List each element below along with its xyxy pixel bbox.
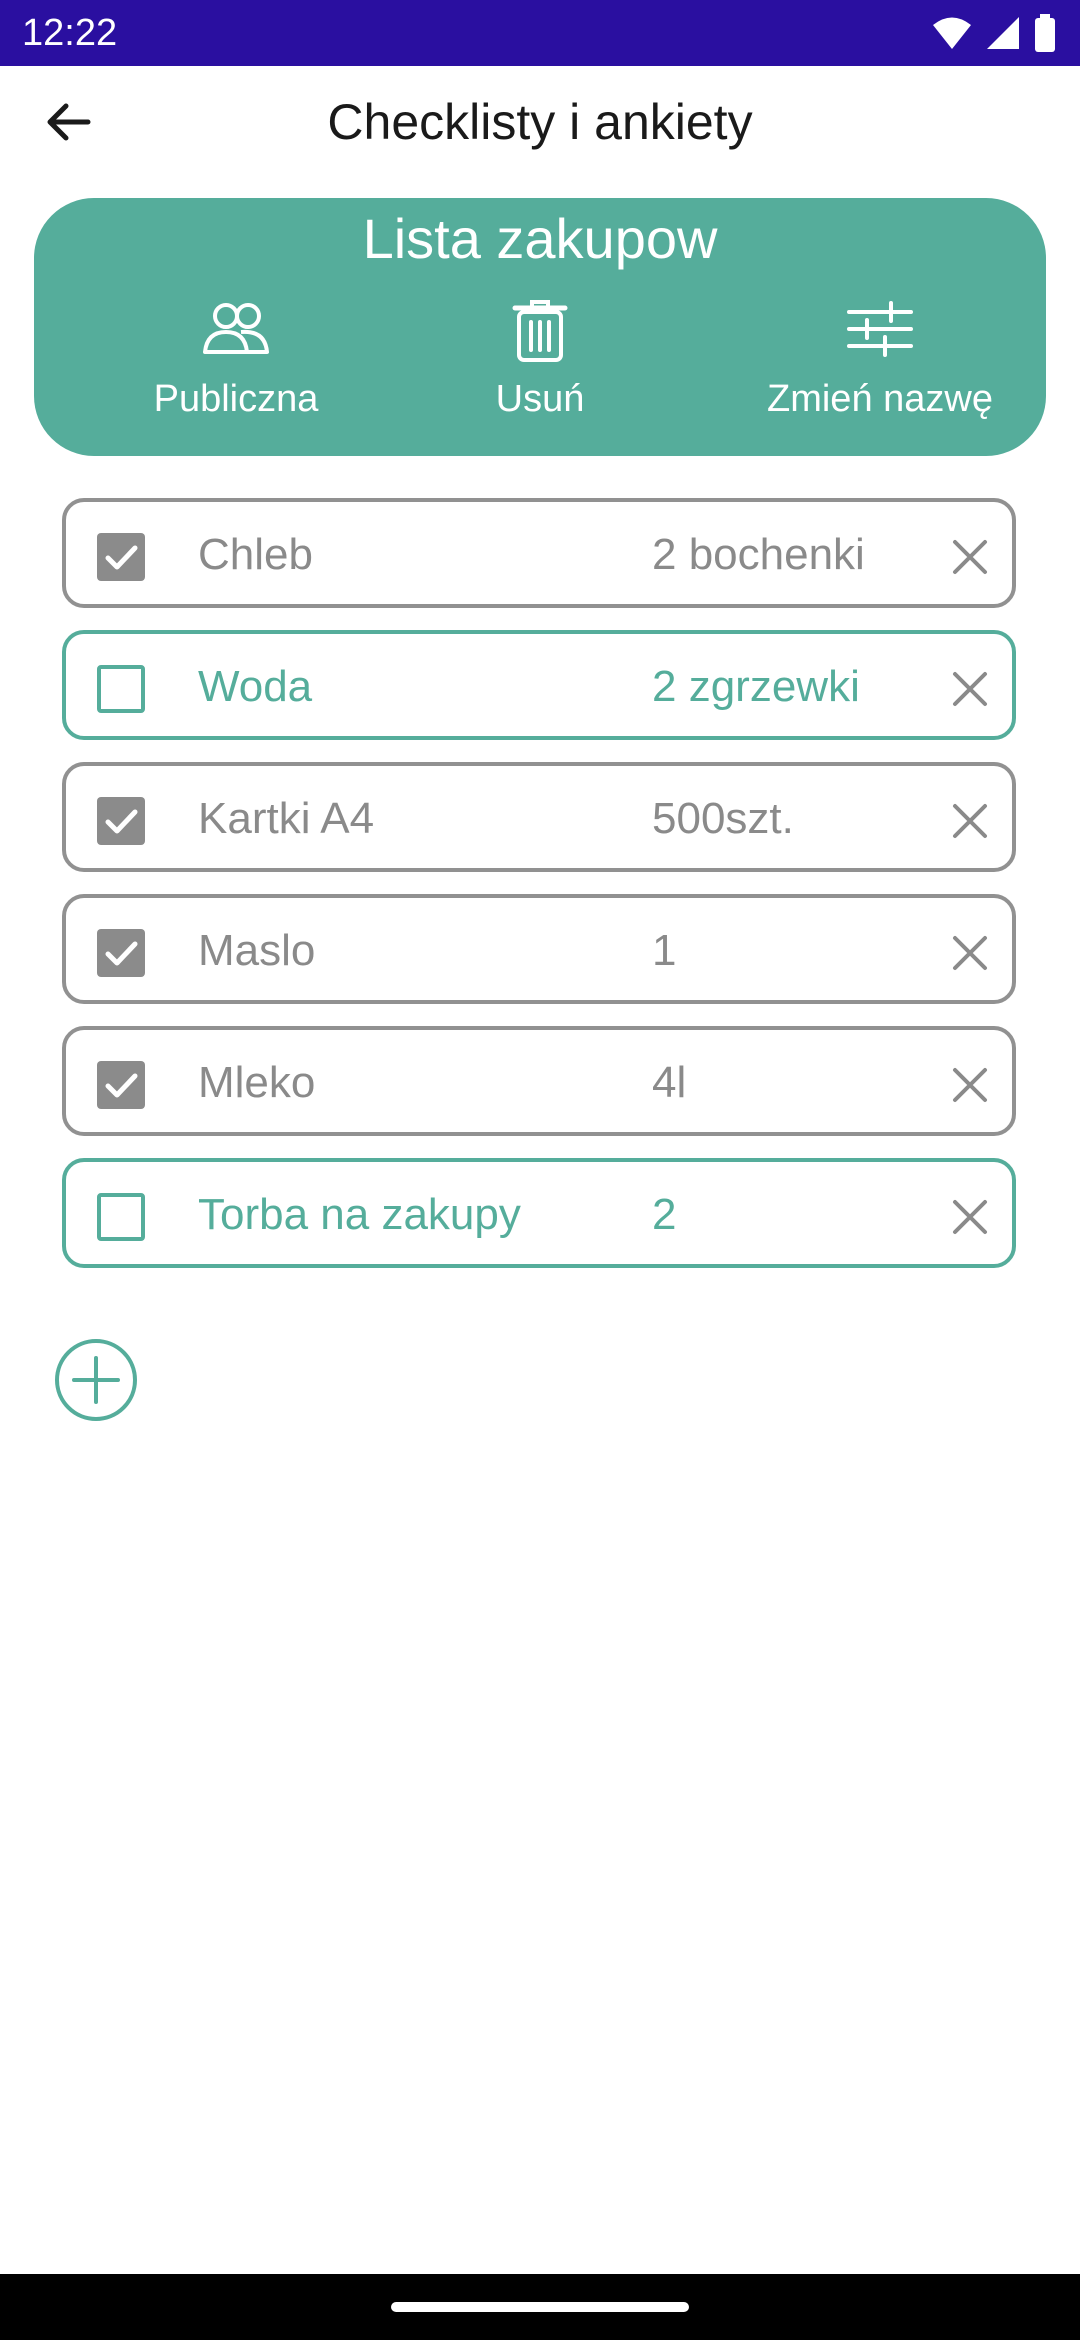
item-quantity[interactable]: 500szt. — [652, 793, 794, 845]
item-name[interactable]: Torba na zakupy — [198, 1189, 521, 1241]
rename-button[interactable]: Zmień nazwę — [730, 294, 1030, 434]
list-header-card: Lista zakupow Publiczna Usuń Zmień nazwę — [34, 198, 1046, 456]
remove-item-icon[interactable] — [950, 1065, 990, 1105]
remove-item-icon[interactable] — [950, 669, 990, 709]
page-title: Checklisty i ankiety — [327, 94, 753, 150]
item-checkbox[interactable] — [97, 797, 145, 845]
checkmark-icon — [105, 941, 138, 966]
list-item: Maslo 1 — [62, 894, 1016, 1004]
battery-icon — [1035, 14, 1055, 52]
list-item: Woda 2 zgrzewki — [62, 630, 1016, 740]
delete-label: Usuń — [495, 378, 585, 420]
item-name[interactable]: Woda — [198, 661, 312, 713]
public-label: Publiczna — [153, 378, 319, 420]
item-quantity[interactable]: 2 bochenki — [652, 529, 865, 581]
item-name[interactable]: Kartki A4 — [198, 793, 374, 845]
item-checkbox[interactable] — [97, 929, 145, 977]
item-name[interactable]: Mleko — [198, 1057, 315, 1109]
checkmark-icon — [105, 1073, 138, 1098]
home-indicator[interactable] — [391, 2302, 689, 2312]
item-name[interactable]: Chleb — [198, 529, 313, 581]
remove-item-icon[interactable] — [950, 933, 990, 973]
list-title: Lista zakupow — [362, 207, 718, 270]
item-quantity[interactable]: 4l — [652, 1057, 686, 1109]
status-time: 12:22 — [22, 12, 118, 54]
item-quantity[interactable]: 2 — [652, 1189, 676, 1241]
item-checkbox[interactable] — [97, 665, 145, 713]
status-bar: 12:22 — [0, 0, 1080, 66]
plus-circle-icon[interactable] — [54, 1338, 138, 1422]
remove-item-icon[interactable] — [950, 537, 990, 577]
remove-item-icon[interactable] — [950, 801, 990, 841]
checkmark-icon — [105, 545, 138, 570]
list-item: Chleb 2 bochenki — [62, 498, 1016, 608]
checkmark-icon — [105, 809, 138, 834]
signal-icon — [987, 17, 1019, 49]
list-item: Mleko 4l — [62, 1026, 1016, 1136]
remove-item-icon[interactable] — [950, 1197, 990, 1237]
item-checkbox[interactable] — [97, 533, 145, 581]
wifi-icon — [933, 17, 971, 49]
list-item: Torba na zakupy 2 — [62, 1158, 1016, 1268]
delete-list-button[interactable]: Usuń — [390, 294, 690, 434]
item-quantity[interactable]: 1 — [652, 925, 676, 977]
trash-icon — [512, 300, 568, 362]
public-button[interactable]: Publiczna — [86, 294, 386, 434]
navigation-bar — [0, 2274, 1080, 2340]
list-item: Kartki A4 500szt. — [62, 762, 1016, 872]
item-checkbox[interactable] — [97, 1061, 145, 1109]
item-name[interactable]: Maslo — [198, 925, 315, 977]
item-quantity[interactable]: 2 zgrzewki — [652, 661, 860, 713]
rename-label: Zmień nazwę — [767, 378, 993, 420]
app-bar: Checklisty i ankiety — [0, 66, 1080, 178]
people-icon — [203, 303, 269, 354]
status-icons — [932, 14, 1056, 52]
sliders-icon — [847, 301, 913, 357]
item-checkbox[interactable] — [97, 1193, 145, 1241]
